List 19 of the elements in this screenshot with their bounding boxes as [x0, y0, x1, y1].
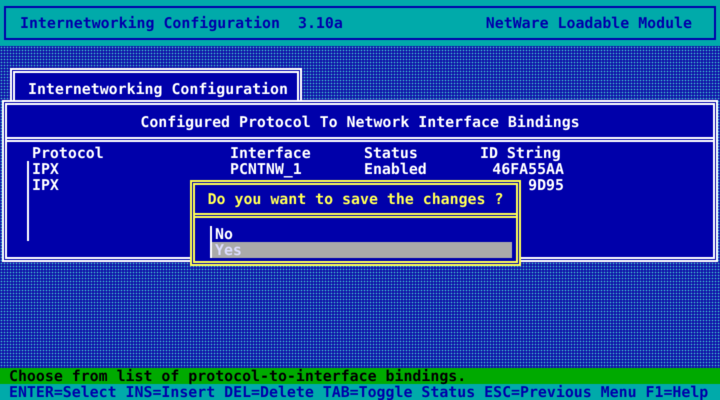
table-cell: PCNTNW_1	[230, 160, 302, 178]
dialog-question: Do you want to save the changes ?	[208, 190, 504, 208]
table-cell: 46FA55AA	[492, 160, 564, 178]
table-cell: IPX	[32, 160, 59, 178]
module-label: NetWare Loadable Module	[486, 15, 692, 31]
column-header: ID String	[480, 145, 562, 161]
status-hint: Choose from list of protocol-to-interface bindings.	[9, 367, 466, 385]
app-title: Internetworking Configuration	[20, 15, 280, 31]
column-header: Interface	[230, 145, 312, 161]
table-cell: 9D95	[528, 176, 564, 194]
menu-title: Internetworking Configuration	[28, 80, 288, 98]
table-cell: Enabled	[364, 160, 427, 178]
column-header: Status	[364, 145, 419, 161]
window-title: Configured Protocol To Network Interface Bindings	[140, 113, 580, 131]
menu-option[interactable]: No	[212, 226, 512, 242]
version-label: 3.10a	[298, 15, 343, 31]
key-help: ENTER=Select INS=Insert DEL=Delete TAB=Toggle Status ESC=Previous Menu F1=Help	[9, 383, 708, 400]
column-header: Protocol	[32, 145, 105, 161]
table-cell: IPX	[32, 176, 59, 194]
